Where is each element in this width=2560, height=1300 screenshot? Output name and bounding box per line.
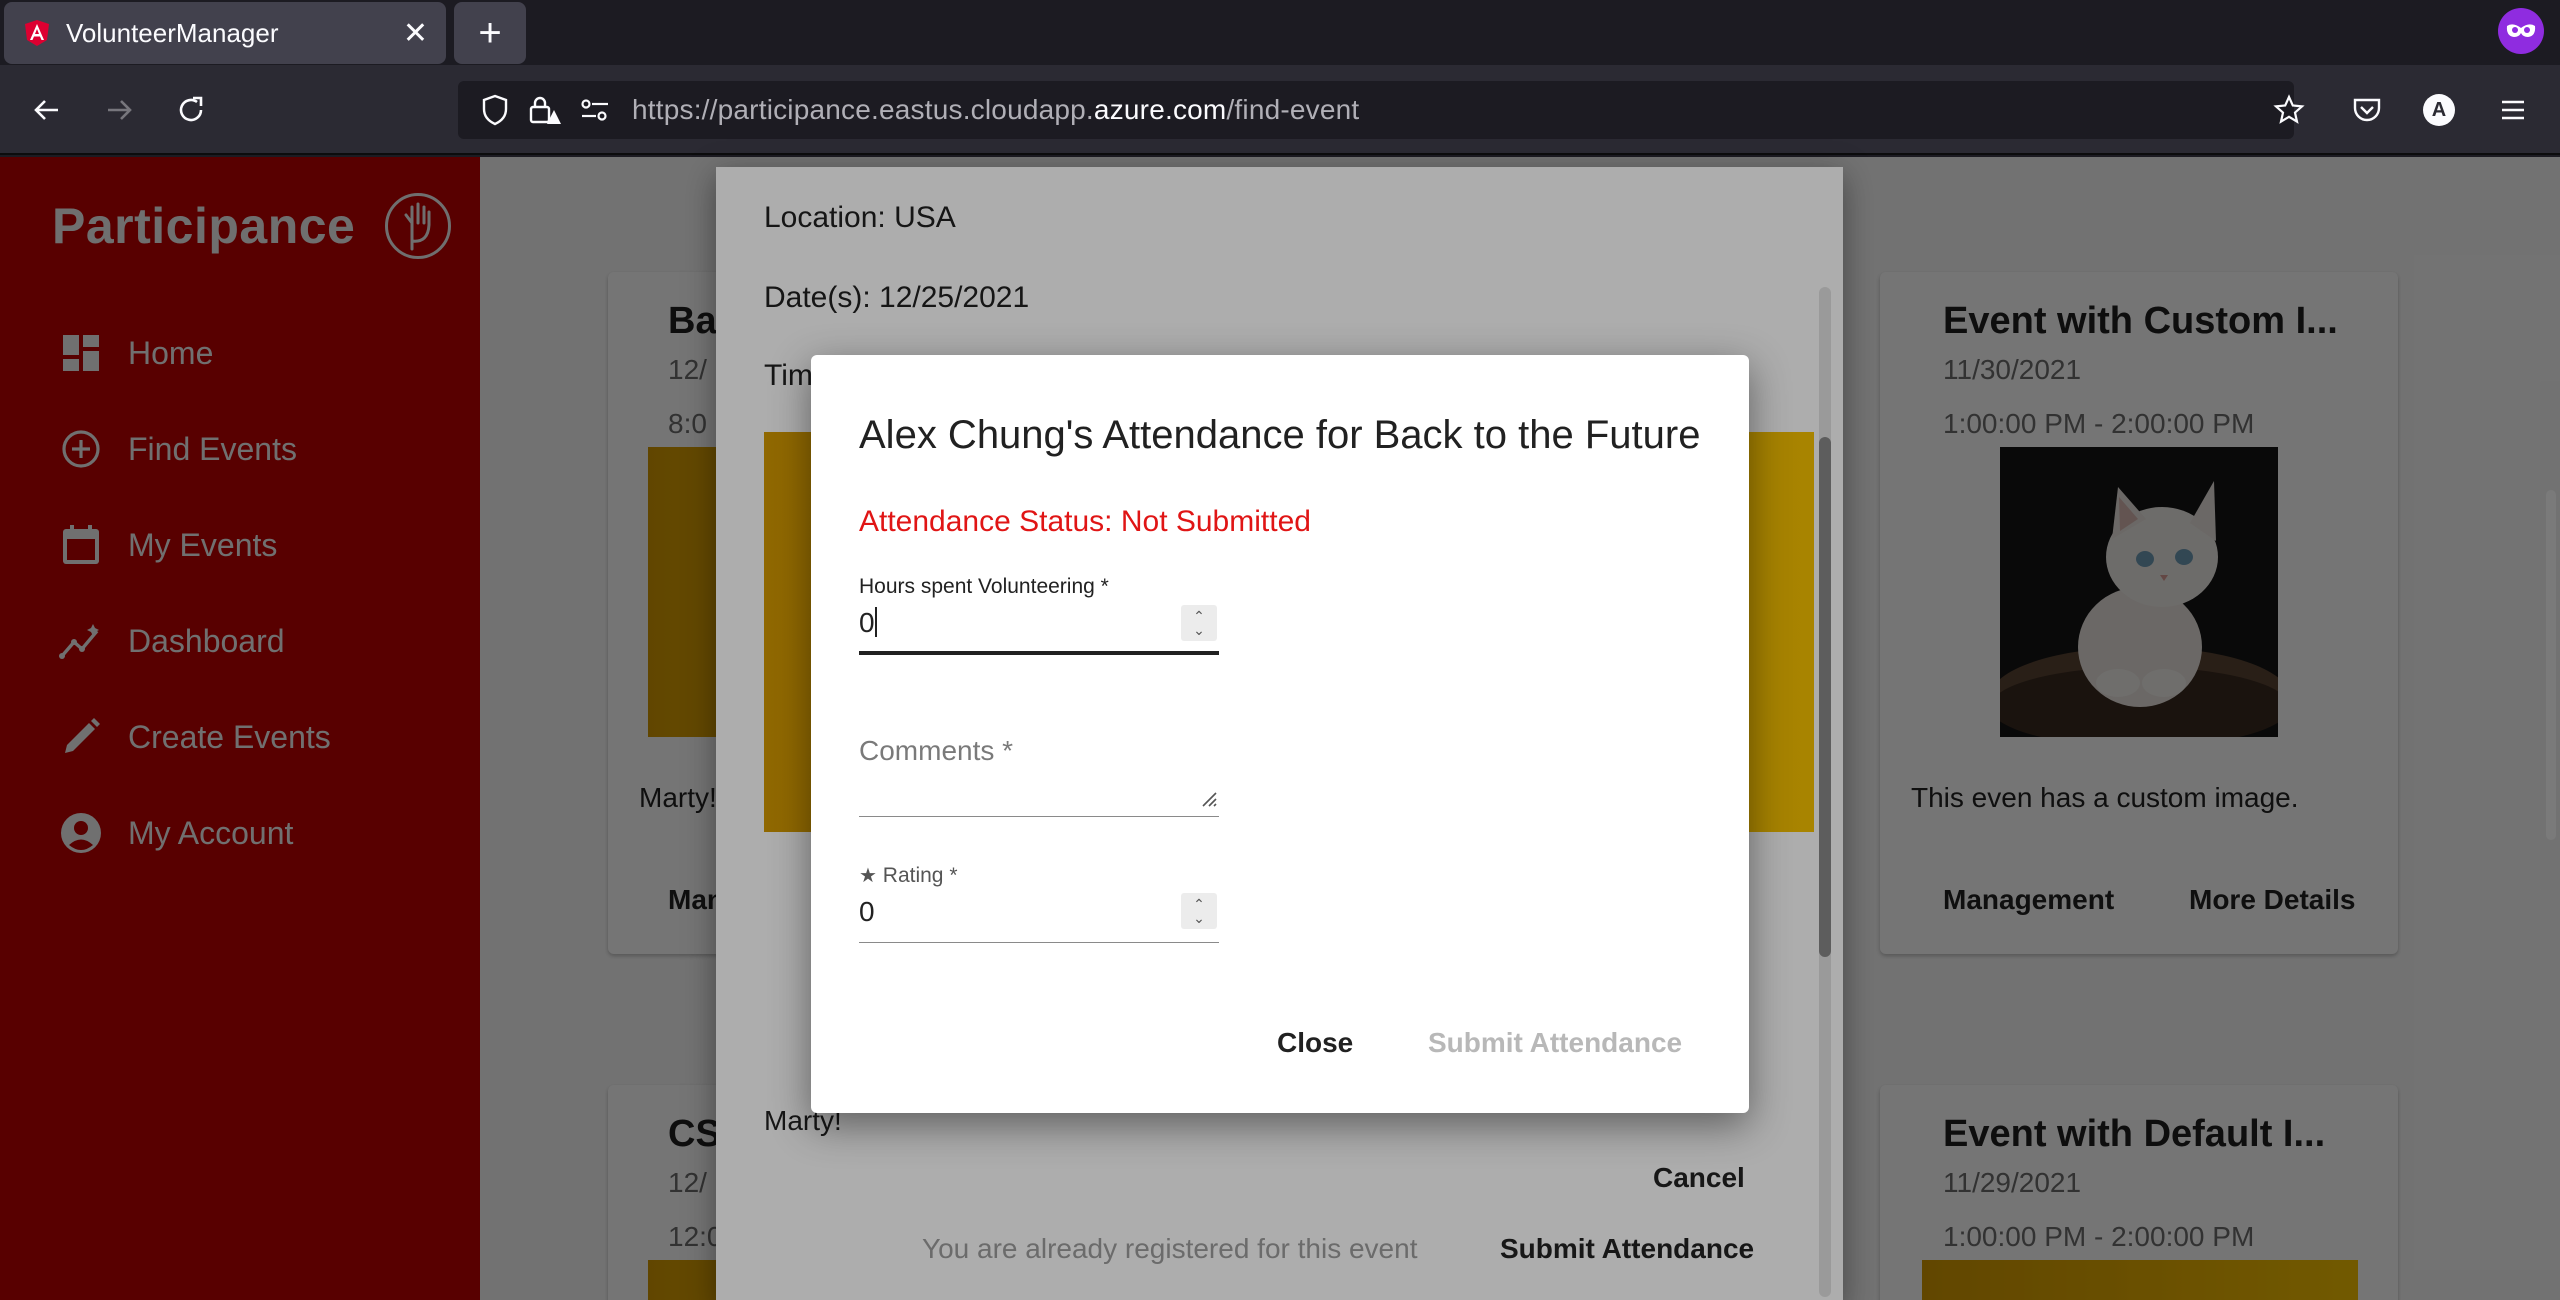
rating-label: Rating *: [882, 864, 958, 887]
back-arrow-icon[interactable]: [22, 85, 72, 135]
browser-navbar: https://participance.eastus.cloudapp.azu…: [0, 65, 2560, 155]
resize-handle-icon[interactable]: [1199, 789, 1217, 812]
close-button[interactable]: Close: [1277, 1027, 1353, 1059]
browser-tab[interactable]: VolunteerManager ✕: [4, 2, 446, 64]
permissions-icon[interactable]: [570, 85, 620, 135]
attendance-status: Attendance Status: Not Submitted: [859, 505, 1311, 538]
submit-attendance-button[interactable]: Submit Attendance: [1428, 1027, 1682, 1059]
account-avatar[interactable]: A: [2414, 85, 2464, 135]
hours-field[interactable]: Hours spent Volunteering * 0 ⌃ ⌄: [859, 575, 1219, 655]
private-browsing-icon: [2498, 8, 2544, 54]
attendance-dialog-title: Alex Chung's Attendance for Back to the …: [859, 413, 1701, 457]
hours-input[interactable]: 0: [859, 607, 1219, 639]
bookmark-star-icon[interactable]: [2264, 85, 2314, 135]
browser-tabbar: VolunteerManager ✕ +: [0, 0, 2560, 65]
star-icon: ★: [859, 865, 877, 887]
comments-input[interactable]: [859, 767, 1219, 797]
hours-stepper[interactable]: ⌃ ⌄: [1181, 605, 1217, 641]
forward-arrow-icon[interactable]: [94, 85, 144, 135]
page-scrollbar[interactable]: [2546, 490, 2556, 840]
comments-field[interactable]: Comments *: [859, 725, 1219, 817]
rating-field[interactable]: ★ Rating * 0 ⌃ ⌄: [859, 863, 1219, 943]
attendance-dialog: Alex Chung's Attendance for Back to the …: [811, 355, 1749, 1113]
comments-placeholder: Comments *: [859, 735, 1014, 766]
shield-icon[interactable]: [470, 85, 520, 135]
reload-icon[interactable]: [166, 85, 216, 135]
rating-input[interactable]: 0: [859, 896, 1219, 928]
hamburger-menu-icon[interactable]: [2488, 85, 2538, 135]
new-tab-button[interactable]: +: [454, 2, 526, 64]
close-tab-icon[interactable]: ✕: [403, 16, 428, 51]
url-bar[interactable]: https://participance.eastus.cloudapp.azu…: [458, 81, 2294, 139]
hours-label: Hours spent Volunteering *: [859, 575, 1109, 598]
pocket-icon[interactable]: [2342, 85, 2392, 135]
url-text[interactable]: https://participance.eastus.cloudapp.azu…: [632, 94, 1359, 126]
lock-warning-icon[interactable]: [520, 85, 570, 135]
tab-title: VolunteerManager: [66, 17, 279, 48]
rating-stepper[interactable]: ⌃ ⌄: [1181, 893, 1217, 929]
angular-icon: [22, 18, 52, 48]
